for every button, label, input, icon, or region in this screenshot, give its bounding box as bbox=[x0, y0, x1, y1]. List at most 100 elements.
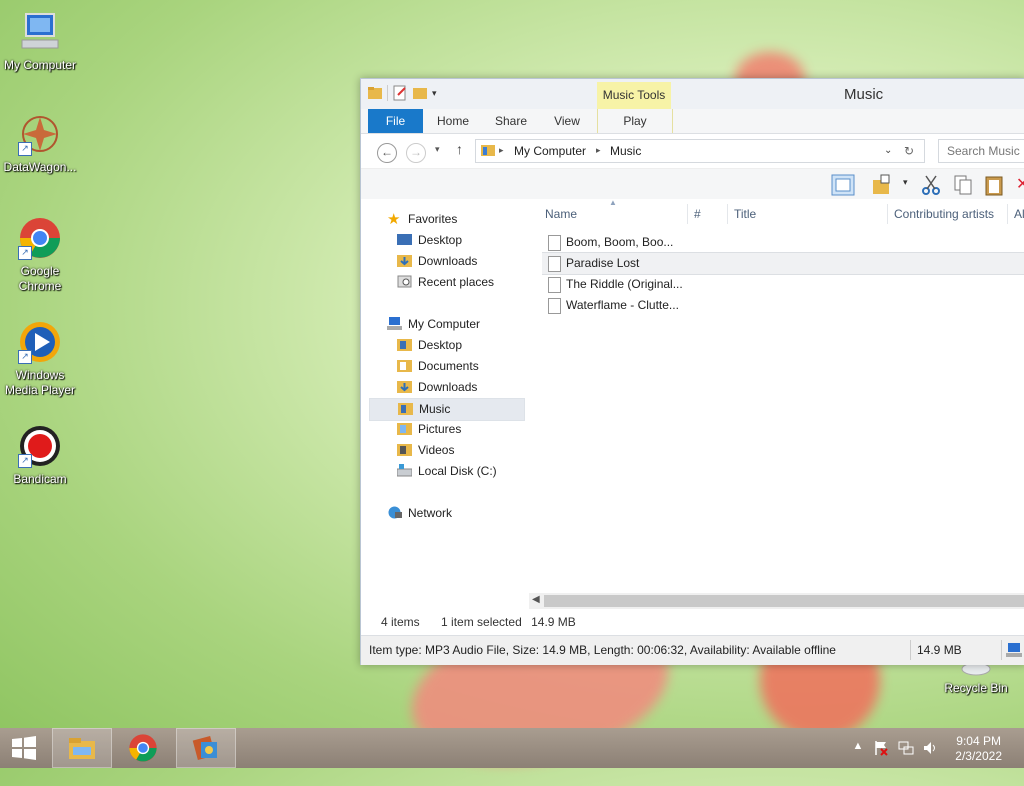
copy-icon[interactable] bbox=[951, 174, 975, 196]
desktop-icon-bandicam[interactable]: ↗ Bandicam bbox=[0, 424, 80, 487]
arrow-left-icon: ← bbox=[381, 145, 393, 159]
desktop-icon-datawagon[interactable]: ↗ DataWagon... bbox=[0, 112, 80, 175]
film-strip-icon bbox=[192, 736, 217, 760]
scrollbar-thumb[interactable] bbox=[544, 595, 1024, 607]
documents-icon bbox=[397, 360, 412, 372]
computer-icon bbox=[1006, 643, 1022, 657]
delete-icon[interactable]: ✕ bbox=[1016, 174, 1024, 194]
details-text: Item type: MP3 Audio File, Size: 14.9 MB… bbox=[369, 643, 836, 657]
music-folder-icon bbox=[398, 403, 413, 415]
nav-label: Local Disk (C:) bbox=[418, 464, 497, 478]
column-separator[interactable] bbox=[687, 204, 688, 224]
computer-icon bbox=[387, 317, 402, 330]
recent-locations-icon[interactable]: ▾ bbox=[435, 144, 440, 155]
tab-play[interactable]: Play bbox=[597, 109, 673, 133]
nav-label: Downloads bbox=[418, 254, 478, 268]
taskbar-file-explorer[interactable] bbox=[52, 728, 112, 768]
chevron-down-icon[interactable]: ⌄ bbox=[884, 145, 892, 156]
windows-logo-icon bbox=[12, 736, 36, 760]
desktop-icon-label: Windows Media Player bbox=[4, 368, 76, 397]
address-input[interactable]: ▸ My Computer ▸ Music ⌄ ↻ bbox=[475, 139, 925, 163]
status-item-count: 4 items bbox=[381, 615, 420, 629]
tab-home[interactable]: Home bbox=[431, 109, 475, 133]
properties-icon[interactable] bbox=[392, 85, 408, 101]
column-contributing-artists[interactable]: Contributing artists bbox=[894, 207, 994, 221]
file-icon bbox=[548, 277, 561, 293]
column-number[interactable]: # bbox=[694, 207, 701, 221]
downloads-icon bbox=[397, 255, 412, 267]
taskbar-chrome[interactable] bbox=[114, 728, 172, 768]
breadcrumb-my-computer[interactable]: My Computer bbox=[514, 144, 586, 158]
customize-qat-icon[interactable]: ▾ bbox=[432, 88, 437, 99]
taskbar-video-app[interactable] bbox=[176, 728, 236, 768]
up-arrow-icon[interactable]: ↑ bbox=[456, 141, 463, 157]
column-separator[interactable] bbox=[1007, 204, 1008, 224]
file-icon bbox=[548, 256, 561, 272]
tab-share[interactable]: Share bbox=[489, 109, 533, 133]
details-size: 14.9 MB bbox=[917, 643, 962, 657]
file-row-selected[interactable]: Paradise Lost bbox=[542, 252, 1024, 275]
cut-icon[interactable] bbox=[919, 174, 943, 196]
file-row[interactable]: Waterflame - Clutte... bbox=[542, 295, 1024, 316]
breadcrumb-music[interactable]: Music bbox=[610, 144, 641, 158]
refresh-icon[interactable]: ↻ bbox=[904, 144, 914, 158]
volume-icon[interactable] bbox=[922, 740, 938, 756]
quick-access-toolbar: ▾ bbox=[367, 85, 437, 101]
preview-pane-icon[interactable] bbox=[831, 174, 855, 196]
file-name: Paradise Lost bbox=[566, 256, 640, 270]
paste-icon[interactable] bbox=[983, 174, 1007, 196]
column-name[interactable]: Name bbox=[545, 207, 577, 221]
back-button[interactable]: ← bbox=[377, 143, 397, 163]
chevron-right-icon: ▸ bbox=[596, 145, 601, 155]
show-hidden-icons-icon[interactable]: ▲ bbox=[850, 740, 866, 756]
start-button[interactable] bbox=[0, 728, 48, 768]
scroll-left-icon[interactable]: ◀ bbox=[532, 594, 540, 605]
desktop-icon-label: My Computer bbox=[3, 58, 77, 72]
shortcut-arrow-icon: ↗ bbox=[18, 246, 32, 260]
pictures-icon bbox=[397, 423, 412, 435]
tab-view[interactable]: View bbox=[545, 109, 589, 133]
file-row[interactable]: Boom, Boom, Boo... bbox=[542, 232, 1024, 253]
desktop-icon-media-player[interactable]: ↗ Windows Media Player bbox=[0, 320, 80, 398]
address-bar-row: ← → ▾ ↑ ▸ My Computer ▸ Music ⌄ ↻ Search… bbox=[361, 134, 1024, 169]
chevron-down-icon[interactable]: ▾ bbox=[903, 177, 908, 188]
horizontal-scrollbar[interactable]: ◀ bbox=[529, 593, 1024, 609]
desktop-icon-label: Recycle Bin bbox=[944, 681, 1008, 695]
nav-label: Network bbox=[408, 506, 453, 520]
file-explorer-icon bbox=[69, 738, 95, 759]
action-center-flag-icon[interactable] bbox=[873, 740, 889, 756]
status-selected: 1 item selected bbox=[441, 615, 522, 629]
file-row[interactable]: The Riddle (Original... bbox=[542, 274, 1024, 295]
nav-label: Recent places bbox=[418, 275, 495, 289]
column-title[interactable]: Title bbox=[734, 207, 756, 221]
nav-label: Pictures bbox=[418, 422, 462, 436]
folder-icon[interactable] bbox=[367, 85, 383, 101]
star-icon: ★ bbox=[387, 211, 401, 228]
file-icon bbox=[548, 235, 561, 251]
column-album[interactable]: Al bbox=[1014, 207, 1024, 221]
downloads-icon bbox=[397, 381, 412, 393]
title-bar[interactable]: ▾ Music Tools Music bbox=[361, 79, 1024, 109]
arrow-right-icon: → bbox=[410, 145, 422, 159]
nav-label: Videos bbox=[418, 443, 455, 457]
system-clock[interactable]: 9:04 PM 2/3/2022 bbox=[955, 734, 1002, 764]
column-separator[interactable] bbox=[727, 204, 728, 224]
new-folder-icon[interactable] bbox=[412, 85, 428, 101]
nav-label: Downloads bbox=[418, 380, 478, 394]
network-status-icon[interactable] bbox=[898, 740, 914, 756]
tab-file[interactable]: File bbox=[368, 109, 423, 133]
desktop-icon-my-computer[interactable]: My Computer bbox=[0, 10, 80, 73]
clock-time: 9:04 PM bbox=[956, 734, 1001, 748]
column-separator[interactable] bbox=[887, 204, 888, 224]
search-input[interactable]: Search Music bbox=[938, 139, 1024, 163]
details-bar: Item type: MP3 Audio File, Size: 14.9 MB… bbox=[361, 635, 1024, 665]
search-placeholder: Search Music bbox=[947, 144, 1020, 158]
file-list-header: ▲ Name # Title Contributing artists Al bbox=[537, 198, 1024, 226]
forward-button[interactable]: → bbox=[406, 143, 426, 163]
nav-pc-music[interactable]: Music bbox=[369, 398, 525, 421]
desktop-icon-chrome[interactable]: ↗ Google Chrome bbox=[0, 216, 80, 294]
details-divider bbox=[910, 640, 911, 660]
select-folder-icon[interactable] bbox=[871, 174, 895, 196]
desktop-icon-label: DataWagon... bbox=[3, 160, 77, 174]
qat-divider bbox=[387, 85, 388, 101]
